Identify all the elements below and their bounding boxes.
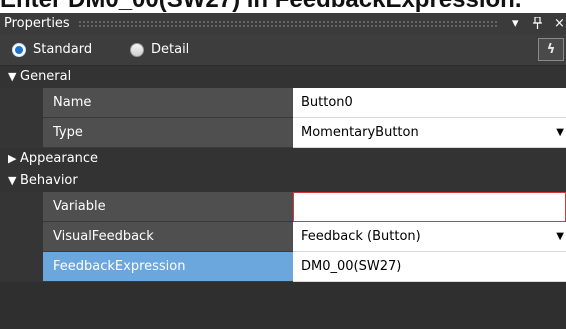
row-margin [0,118,43,148]
visualfeedback-value: Feedback (Button) [301,229,421,244]
property-grid: ▼ General Name Button0 Type MomentaryBut… [0,66,566,329]
variable-value-field[interactable] [293,192,566,222]
property-name-label[interactable]: Name [43,88,293,118]
properties-titlebar: Properties ▾ × [0,13,566,35]
property-feedbackexpression-label[interactable]: FeedbackExpression [43,252,293,282]
chevron-down-icon[interactable]: ▼ [556,222,564,252]
standard-label: Standard [33,42,93,57]
close-button[interactable]: × [554,15,565,33]
property-variable-label[interactable]: Variable [43,192,293,222]
collapsed-arrow-icon: ▶ [8,152,17,165]
property-row-variable: Variable [0,192,566,222]
row-margin [0,222,43,252]
screenshot-root: Enter DM0_00(SW27) in FeedbackExpression… [0,0,566,329]
name-value-field[interactable]: Button0 [293,88,566,118]
lightning-icon: ϟ [546,42,556,57]
radio-unselected-icon [130,42,144,57]
pin-icon [533,16,542,29]
category-appearance[interactable]: ▶ Appearance [0,148,566,170]
row-margin [0,88,43,118]
property-row-name: Name Button0 [0,88,566,118]
pin-button[interactable] [533,15,542,33]
mode-toolbar: Standard Detail ϟ [0,35,566,66]
standard-radio[interactable]: Standard [12,42,92,57]
property-visualfeedback-label[interactable]: VisualFeedback [43,222,293,252]
property-row-type: Type MomentaryButton ▼ [0,118,566,148]
drag-grip[interactable] [78,20,498,28]
category-behavior-label: Behavior [20,173,78,188]
category-appearance-label: Appearance [20,151,99,166]
instruction-caption: Enter DM0_00(SW27) in FeedbackExpression… [0,0,566,13]
row-margin [0,192,43,222]
category-behavior[interactable]: ▼ Behavior [0,170,566,192]
panel-menu-button[interactable]: ▾ [512,15,519,33]
row-margin [0,252,43,282]
panel-title: Properties [4,16,70,31]
detail-radio[interactable]: Detail [130,42,189,57]
type-value: MomentaryButton [301,125,419,140]
category-general[interactable]: ▼ General [0,66,566,88]
category-general-label: General [20,69,72,84]
property-type-label[interactable]: Type [43,118,293,148]
type-dropdown[interactable]: MomentaryButton ▼ [293,118,566,148]
event-sort-button[interactable]: ϟ [538,38,564,61]
detail-label: Detail [151,42,190,57]
property-row-visualfeedback: VisualFeedback Feedback (Button) ▼ [0,222,566,252]
expanded-arrow-icon: ▼ [8,70,17,83]
feedbackexpression-value-field[interactable]: DM0_00(SW27) [293,252,566,282]
expanded-arrow-icon: ▼ [8,174,17,187]
visualfeedback-dropdown[interactable]: Feedback (Button) ▼ [293,222,566,252]
chevron-down-icon[interactable]: ▼ [556,118,564,148]
property-row-feedbackexpression: FeedbackExpression DM0_00(SW27) [0,252,566,282]
radio-selected-icon [12,42,26,57]
